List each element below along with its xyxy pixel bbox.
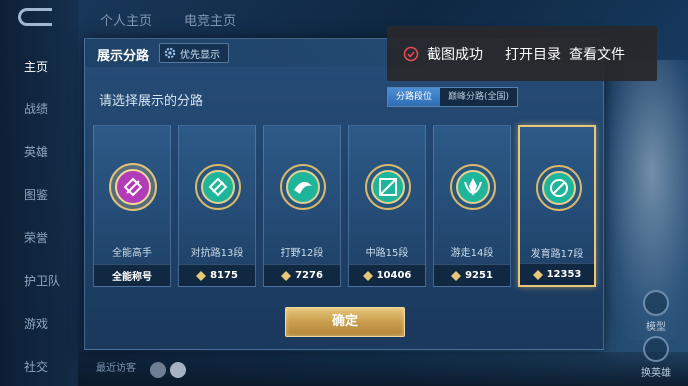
model-icon xyxy=(643,290,669,316)
card-foot-value: 9251 xyxy=(465,270,493,281)
view-file-link[interactable]: 查看文件 xyxy=(569,44,625,64)
card-foot: 7276 xyxy=(264,264,340,286)
card-foot-value: 12353 xyxy=(546,269,582,280)
check-circle-icon xyxy=(403,46,419,61)
allround-badge-icon xyxy=(109,163,157,211)
switch-hero-label: 换英雄 xyxy=(641,368,671,379)
card-foot: 12353 xyxy=(520,263,594,285)
power-icon xyxy=(196,270,207,281)
nav-item-home[interactable]: 主页 xyxy=(0,58,78,75)
mid-lane-badge-icon xyxy=(365,164,411,210)
nav-item-games[interactable]: 游戏 xyxy=(0,315,78,332)
open-directory-link[interactable]: 打开目录 xyxy=(505,44,561,64)
card-name: 对抗路13段 xyxy=(190,248,244,259)
card-foot-value: 10406 xyxy=(376,270,412,281)
route-card-jungle[interactable]: 打野12段 7276 xyxy=(263,125,341,287)
back-icon[interactable] xyxy=(18,8,52,26)
avatar[interactable] xyxy=(150,362,166,378)
confirm-button[interactable]: 确定 xyxy=(285,307,405,337)
roam-badge-icon xyxy=(450,164,496,210)
screenshot-toast: 截图成功 打开目录 查看文件 xyxy=(387,26,657,81)
route-card-farm[interactable]: 发育路17段 12353 xyxy=(518,125,596,287)
model-button-label: 模型 xyxy=(646,322,666,333)
nav-item-honor[interactable]: 荣誉 xyxy=(0,229,78,246)
power-icon xyxy=(281,270,292,281)
route-display-dialog: 展示分路 优先显示 请选择展示的分路 分路段位 巅峰分路(全国) 全能高手 全能… xyxy=(84,38,605,350)
tab-route-rank[interactable]: 分路段位 xyxy=(388,88,441,106)
power-icon xyxy=(451,270,462,281)
nav-item-gallery[interactable]: 图鉴 xyxy=(0,186,78,203)
card-foot-value: 8175 xyxy=(210,270,238,281)
farm-lane-badge-icon xyxy=(536,165,582,211)
route-card-mid[interactable]: 中路15段 10406 xyxy=(348,125,426,287)
dialog-title: 展示分路 xyxy=(97,49,150,64)
card-foot: 10406 xyxy=(349,264,425,286)
tab-peak-route[interactable]: 巅峰分路(全国) xyxy=(440,88,518,106)
priority-display-button[interactable]: 优先显示 xyxy=(159,43,229,63)
dialog-subtitle: 请选择展示的分路 xyxy=(99,94,204,109)
card-foot-value: 全能称号 xyxy=(112,272,152,283)
tab-personal[interactable]: 个人主页 xyxy=(100,10,152,29)
card-name: 打野12段 xyxy=(280,248,324,259)
switch-hero-icon xyxy=(643,336,669,362)
card-name: 全能高手 xyxy=(112,248,152,259)
card-foot: 8175 xyxy=(179,264,255,286)
card-name: 游走14段 xyxy=(450,248,494,259)
nav-item-heroes[interactable]: 英雄 xyxy=(0,143,78,160)
route-card-roam[interactable]: 游走14段 9251 xyxy=(433,125,511,287)
card-foot: 9251 xyxy=(434,264,510,286)
toast-message: 截图成功 xyxy=(427,46,483,63)
model-button[interactable]: 模型 xyxy=(634,290,678,333)
route-card-all[interactable]: 全能高手 全能称号 xyxy=(93,125,171,287)
card-foot: 全能称号 xyxy=(94,264,170,286)
priority-display-label: 优先显示 xyxy=(180,49,220,61)
gear-icon xyxy=(164,47,176,59)
avatar[interactable] xyxy=(170,362,186,378)
route-cards: 全能高手 全能称号 对抗路13段 8175 打野12段 7276 中路15段 1… xyxy=(93,125,597,287)
jungle-badge-icon xyxy=(280,164,326,210)
clash-lane-badge-icon xyxy=(195,164,241,210)
recent-visitors-label: 最近访客 xyxy=(96,363,136,374)
tab-esports[interactable]: 电竞主页 xyxy=(184,10,236,29)
card-name: 发育路17段 xyxy=(530,249,584,260)
route-card-clash[interactable]: 对抗路13段 8175 xyxy=(178,125,256,287)
card-name: 中路15段 xyxy=(365,248,409,259)
card-foot-value: 7276 xyxy=(295,270,323,281)
switch-hero-button[interactable]: 换英雄 xyxy=(634,336,678,379)
left-nav: 主页 战绩 英雄 图鉴 荣誉 护卫队 游戏 社交 xyxy=(0,0,78,386)
nav-item-records[interactable]: 战绩 xyxy=(0,100,78,117)
nav-item-guard[interactable]: 护卫队 xyxy=(0,272,78,289)
power-icon xyxy=(362,270,373,281)
power-icon xyxy=(532,269,543,280)
nav-item-social[interactable]: 社交 xyxy=(0,358,78,375)
route-mode-toggle: 分路段位 巅峰分路(全国) xyxy=(387,87,519,107)
